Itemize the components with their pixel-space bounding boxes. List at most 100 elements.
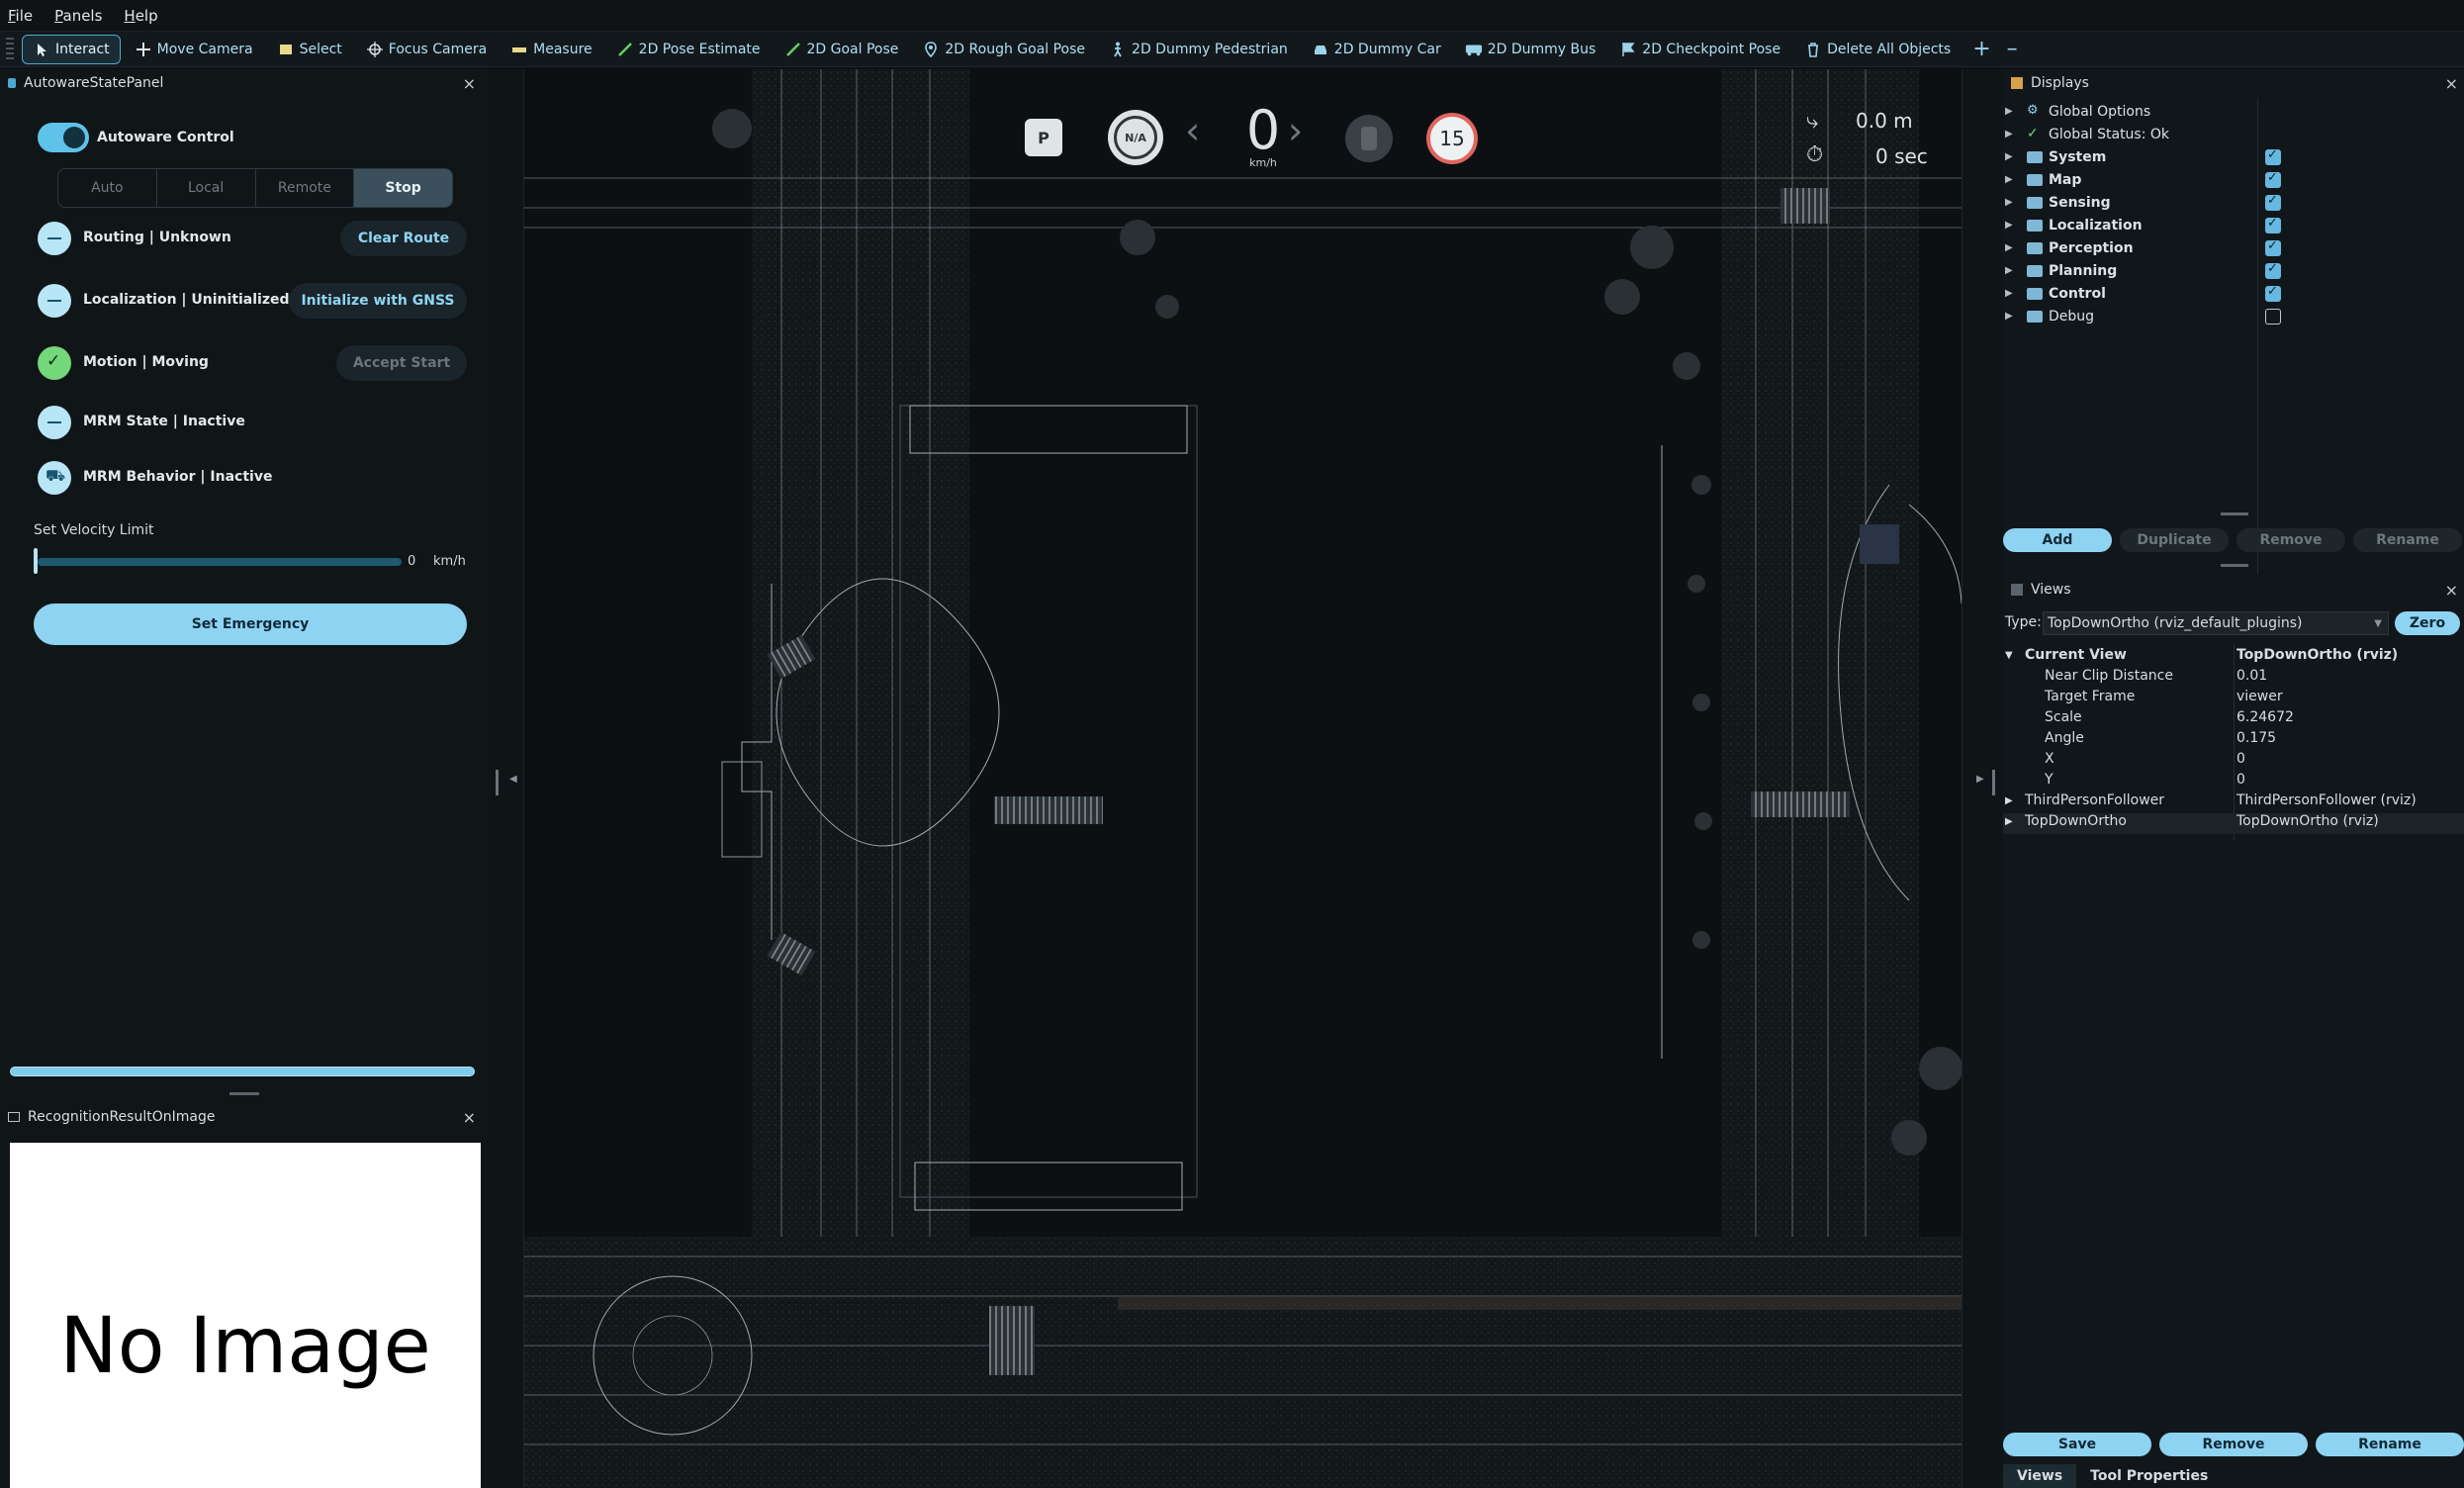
splitter-grip[interactable]	[1992, 770, 1995, 795]
display-item-global-options[interactable]: ▶ ⚙ Global Options	[2003, 100, 2464, 123]
display-item-debug[interactable]: ▶ Debug	[2003, 305, 2464, 327]
display-item-global-status[interactable]: ▶ ✓ Global Status: Ok	[2003, 123, 2464, 145]
collapse-left-icon[interactable]: ◀	[509, 774, 517, 785]
set-emergency-button[interactable]: Set Emergency	[34, 604, 467, 645]
rename-view-button[interactable]: Rename	[2316, 1433, 2464, 1456]
mode-stop-button[interactable]: Stop	[354, 169, 452, 207]
menu-panels[interactable]: Panels	[54, 7, 102, 25]
tool-interact[interactable]: Interact	[22, 34, 121, 64]
close-icon[interactable]: ×	[2445, 74, 2458, 93]
tool-2d-pose-estimate[interactable]: 2D Pose Estimate	[606, 35, 771, 64]
saved-view-third-person[interactable]: ▶ ThirdPersonFollower ThirdPersonFollowe…	[2003, 792, 2464, 813]
display-item-perception[interactable]: ▶ Perception	[2003, 236, 2464, 259]
display-item-sensing[interactable]: ▶ Sensing	[2003, 191, 2464, 214]
remove-tool-button[interactable]: –	[2007, 37, 2018, 61]
property-y[interactable]: Y 0	[2003, 772, 2464, 792]
expand-arrow-icon[interactable]: ▶	[2005, 795, 2013, 806]
display-item-planning[interactable]: ▶ Planning	[2003, 259, 2464, 282]
bottom-tab-bar: Views Tool Properties	[2003, 1464, 2464, 1488]
initialize-gnss-button[interactable]: Initialize with GNSS	[289, 283, 467, 319]
tool-2d-checkpoint-pose[interactable]: 2D Checkpoint Pose	[1609, 35, 1790, 64]
expand-arrow-icon[interactable]: ▶	[2005, 106, 2013, 117]
dock-splitter-handle[interactable]	[229, 1092, 259, 1095]
debug-checkbox[interactable]	[2265, 308, 2281, 325]
tool-select[interactable]: Select	[267, 35, 352, 64]
localization-checkbox[interactable]	[2265, 216, 2281, 233]
right-dock-splitter[interactable]: ▶	[1962, 69, 2003, 1488]
property-target-frame[interactable]: Target Frame viewer	[2003, 689, 2464, 709]
splitter-grip[interactable]	[496, 770, 499, 795]
3d-viewport[interactable]: P N/A ‹ 0 km/h › 15 ⤷ 0.0 m ⏱ 0 sec	[524, 69, 1962, 1488]
display-item-system[interactable]: ▶ System	[2003, 145, 2464, 168]
property-x[interactable]: X 0	[2003, 751, 2464, 772]
add-display-button[interactable]: Add	[2003, 528, 2112, 552]
expand-arrow-icon[interactable]: ▶	[2005, 816, 2013, 827]
accept-start-button[interactable]: Accept Start	[336, 345, 467, 381]
map-checkbox[interactable]	[2265, 170, 2281, 188]
display-item-map[interactable]: ▶ Map	[2003, 168, 2464, 191]
mode-auto-button[interactable]: Auto	[58, 169, 157, 207]
tab-views[interactable]: Views	[2003, 1464, 2077, 1488]
collapse-right-icon[interactable]: ▶	[1976, 774, 1984, 785]
view-type-dropdown[interactable]: TopDownOrtho (rviz_default_plugins) ▼	[2043, 611, 2389, 635]
zero-button[interactable]: Zero	[2395, 611, 2460, 635]
planning-checkbox[interactable]	[2265, 261, 2281, 279]
expand-arrow-icon[interactable]: ▶	[2005, 197, 2013, 208]
tool-2d-goal-pose[interactable]: 2D Goal Pose	[775, 35, 909, 64]
tool-delete-all-objects[interactable]: Delete All Objects	[1794, 35, 1961, 64]
velocity-slider-handle[interactable]	[34, 548, 38, 574]
remove-view-button[interactable]: Remove	[2159, 1433, 2308, 1456]
system-checkbox[interactable]	[2265, 147, 2281, 165]
tool-move-camera[interactable]: Move Camera	[125, 35, 263, 64]
save-view-button[interactable]: Save	[2003, 1433, 2151, 1456]
steering-wheel-icon: N/A	[1114, 116, 1157, 159]
control-checkbox[interactable]	[2265, 284, 2281, 302]
collapse-arrow-icon[interactable]: ▼	[2005, 650, 2013, 661]
saved-view-topdown[interactable]: ▶ TopDownOrtho TopDownOrtho (rviz)	[2003, 813, 2464, 834]
remove-display-button[interactable]: Remove	[2236, 528, 2345, 552]
displays-header: Displays ×	[2003, 69, 2464, 97]
expand-arrow-icon[interactable]: ▶	[2005, 174, 2013, 185]
close-icon[interactable]: ×	[463, 74, 476, 93]
display-item-control[interactable]: ▶ Control	[2003, 282, 2464, 305]
close-icon[interactable]: ×	[2445, 581, 2458, 600]
expand-arrow-icon[interactable]: ▶	[2005, 220, 2013, 231]
panel-horizontal-scrollbar[interactable]	[10, 1067, 475, 1076]
splitter-grip[interactable]	[2221, 564, 2248, 567]
add-tool-button[interactable]: +	[1972, 37, 1990, 61]
state-panel-header: AutowareStatePanel ×	[0, 69, 490, 97]
sensing-checkbox[interactable]	[2265, 193, 2281, 211]
tool-measure[interactable]: Measure	[501, 35, 602, 64]
display-item-localization[interactable]: ▶ Localization	[2003, 214, 2464, 236]
clear-route-button[interactable]: Clear Route	[340, 221, 467, 256]
expand-arrow-icon[interactable]: ▶	[2005, 265, 2013, 276]
tool-focus-camera[interactable]: Focus Camera	[356, 35, 497, 64]
property-angle[interactable]: Angle 0.175	[2003, 730, 2464, 751]
menu-help[interactable]: Help	[124, 7, 157, 25]
expand-arrow-icon[interactable]: ▶	[2005, 129, 2013, 140]
duplicate-display-button[interactable]: Duplicate	[2120, 528, 2229, 552]
tool-2d-dummy-bus[interactable]: 2D Dummy Bus	[1455, 35, 1606, 64]
mode-remote-button[interactable]: Remote	[256, 169, 355, 207]
expand-arrow-icon[interactable]: ▶	[2005, 242, 2013, 253]
perception-checkbox[interactable]	[2265, 238, 2281, 256]
expand-arrow-icon[interactable]: ▶	[2005, 288, 2013, 299]
expand-arrow-icon[interactable]: ▶	[2005, 311, 2013, 322]
splitter-grip[interactable]	[2221, 512, 2248, 515]
current-view-row[interactable]: ▼ Current View TopDownOrtho (rviz)	[2003, 647, 2464, 668]
tool-2d-dummy-car[interactable]: 2D Dummy Car	[1302, 35, 1451, 64]
mode-local-button[interactable]: Local	[157, 169, 256, 207]
autoware-control-toggle[interactable]	[38, 123, 89, 152]
expand-arrow-icon[interactable]: ▶	[2005, 151, 2013, 162]
left-dock-splitter[interactable]: ◀	[490, 69, 524, 1488]
menu-file[interactable]: File	[8, 7, 33, 25]
velocity-limit-slider[interactable]	[38, 558, 402, 566]
property-scale[interactable]: Scale 6.24672	[2003, 709, 2464, 730]
rename-display-button[interactable]: Rename	[2353, 528, 2462, 552]
tool-2d-rough-goal-pose[interactable]: 2D Rough Goal Pose	[912, 35, 1095, 64]
tab-tool-properties[interactable]: Tool Properties	[2076, 1464, 2222, 1488]
toolbar-grip-handle[interactable]	[6, 37, 14, 61]
tool-2d-dummy-pedestrian[interactable]: 2D Dummy Pedestrian	[1099, 35, 1298, 64]
close-icon[interactable]: ×	[463, 1108, 476, 1127]
property-near-clip[interactable]: Near Clip Distance 0.01	[2003, 668, 2464, 689]
